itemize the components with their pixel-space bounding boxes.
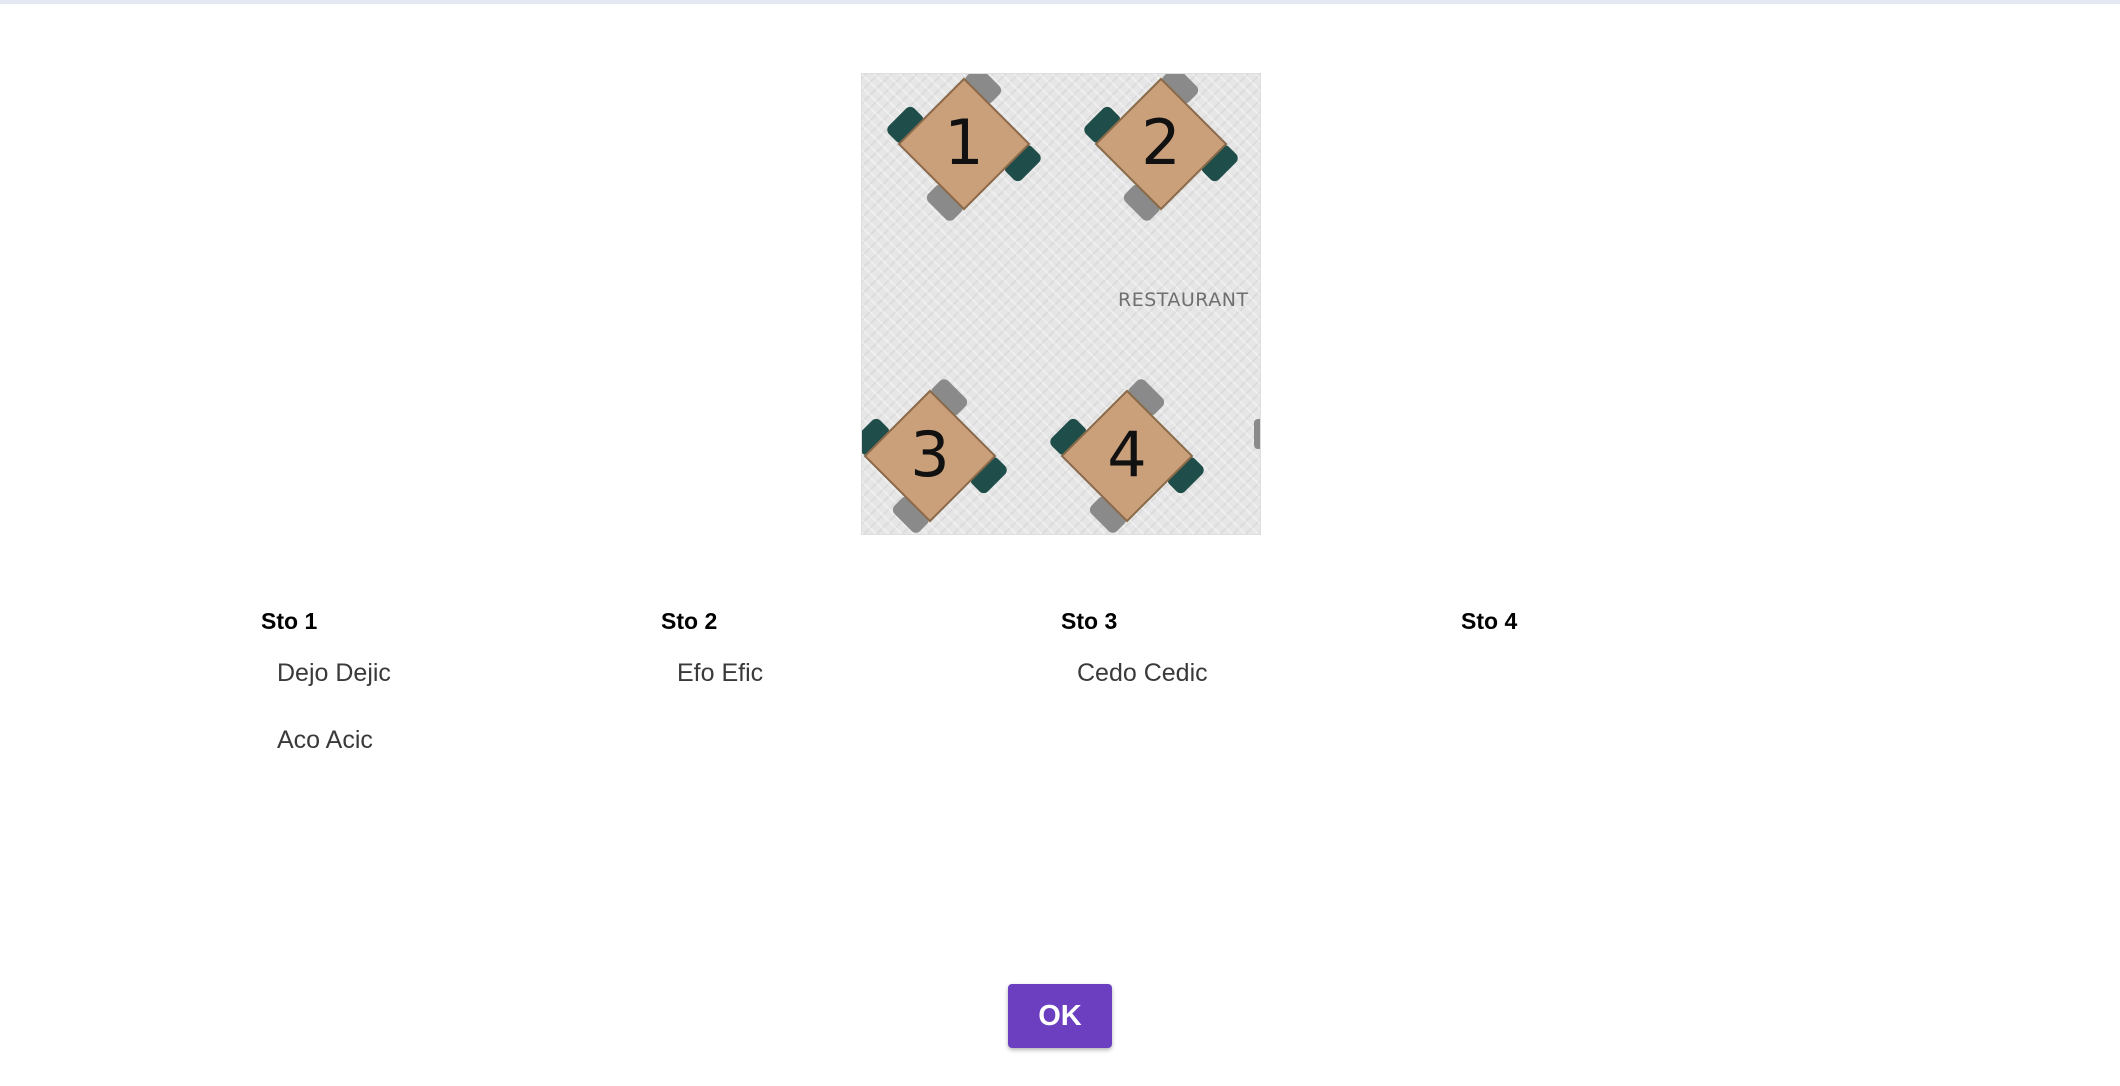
column-title: Sto 1: [261, 608, 318, 634]
table-3: 3: [862, 375, 1011, 534]
column-sto-3: Sto 3 Cedo Cedic: [1061, 606, 1441, 690]
table-2: 2: [1080, 74, 1242, 225]
restaurant-floorplan: 1 2 3 4 RESTAURANT: [861, 73, 1261, 535]
column-sto-1: Sto 1 Dejo Dejic Aco Acic: [261, 606, 641, 757]
column-title: Sto 2: [661, 608, 718, 634]
table-1: 1: [883, 74, 1045, 225]
table-1-number: 1: [944, 106, 983, 179]
table-3-number: 3: [910, 418, 949, 491]
top-border: [0, 0, 2120, 4]
table-2-number: 2: [1141, 106, 1180, 179]
table-4: 4: [1046, 375, 1208, 534]
column-sto-4: Sto 4: [1461, 606, 1841, 636]
guest-item[interactable]: Cedo Cedic: [1077, 656, 1441, 690]
guest-item[interactable]: Aco Acic: [277, 723, 641, 757]
edge-chair-icon: [1254, 419, 1260, 449]
guest-item[interactable]: Dejo Dejic: [277, 656, 641, 690]
ok-button[interactable]: OK: [1008, 984, 1112, 1048]
table-4-number: 4: [1107, 418, 1146, 491]
column-title: Sto 4: [1461, 608, 1518, 634]
table-assignments: Sto 1 Dejo Dejic Aco Acic Sto 2 Efo Efic…: [261, 606, 1861, 766]
restaurant-label: RESTAURANT: [1118, 289, 1249, 311]
guest-item[interactable]: Efo Efic: [677, 656, 1041, 690]
column-title: Sto 3: [1061, 608, 1118, 634]
column-sto-2: Sto 2 Efo Efic: [661, 606, 1041, 690]
